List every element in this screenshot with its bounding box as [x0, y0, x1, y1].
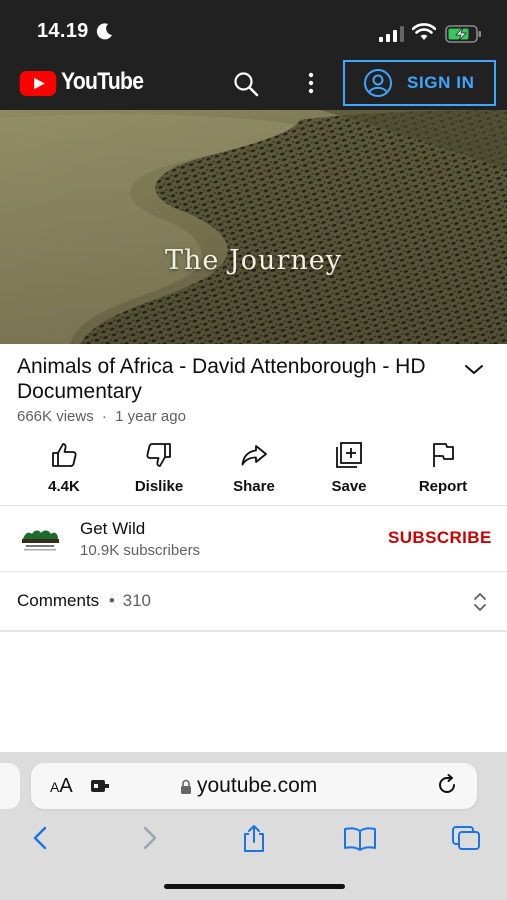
- like-button[interactable]: 4.4K: [19, 440, 109, 495]
- battery-charging-icon: [445, 25, 481, 43]
- reload-icon[interactable]: [436, 774, 458, 796]
- comments-count: 310: [122, 591, 151, 610]
- video-frame-aerial-herd: [0, 110, 507, 344]
- cellular-signal-icon: [379, 26, 404, 42]
- comments-header[interactable]: Comments • 310: [17, 591, 151, 611]
- dislike-button[interactable]: Dislike: [114, 440, 204, 495]
- save-button[interactable]: Save: [304, 440, 394, 495]
- youtube-brand-text[interactable]: YouTube: [61, 68, 144, 96]
- divider: [0, 571, 507, 572]
- previous-tab-peek[interactable]: [0, 763, 20, 809]
- video-title[interactable]: Animals of Africa - David Attenborough -…: [17, 354, 457, 404]
- lock-icon: [181, 779, 191, 794]
- video-overlay-title: The Journey: [165, 245, 342, 276]
- divider: [0, 630, 507, 632]
- share-icon: [241, 445, 267, 466]
- share-button[interactable]: Share: [209, 440, 299, 495]
- text-size-small-a: A: [50, 779, 60, 795]
- search-icon[interactable]: [232, 70, 260, 98]
- save-label: Save: [331, 478, 367, 495]
- thumbs-up-icon: [52, 443, 77, 467]
- youtube-logo-icon[interactable]: [19, 71, 57, 96]
- upload-age: 1 year ago: [115, 408, 186, 425]
- share-label: Share: [233, 478, 275, 495]
- channel-name[interactable]: Get Wild: [80, 519, 145, 539]
- comments-label: Comments: [17, 591, 100, 610]
- subscriber-count: 10.9K subscribers: [80, 542, 201, 559]
- share-sheet-icon[interactable]: [239, 824, 269, 852]
- account-icon: [364, 69, 392, 97]
- save-to-playlist-icon: [336, 442, 362, 468]
- text-size-large-a: A: [59, 775, 73, 797]
- video-metadata: 666K views · 1 year ago: [17, 408, 186, 425]
- dislike-label: Dislike: [134, 478, 184, 495]
- bookmarks-icon[interactable]: [343, 824, 377, 852]
- status-time: 14.19: [37, 20, 89, 42]
- home-indicator: [164, 884, 345, 889]
- sign-in-label: SIGN IN: [407, 73, 475, 92]
- like-count: 4.4K: [48, 478, 80, 495]
- back-icon[interactable]: [26, 824, 56, 852]
- video-player[interactable]: The Journey: [0, 110, 507, 344]
- tabs-icon[interactable]: [451, 824, 481, 852]
- sign-in-button[interactable]: SIGN IN: [343, 60, 496, 106]
- thumbs-down-icon: [146, 443, 171, 467]
- wifi-icon: [412, 23, 436, 40]
- divider: [0, 505, 507, 506]
- forward-icon[interactable]: [134, 824, 164, 852]
- channel-avatar[interactable]: [17, 519, 63, 559]
- subscribe-button[interactable]: SUBSCRIBE: [388, 528, 492, 548]
- more-options-icon[interactable]: [303, 71, 319, 95]
- meta-separator: ·: [101, 408, 107, 425]
- expand-collapse-icon[interactable]: [470, 591, 490, 613]
- expand-description-chevron-icon[interactable]: [462, 360, 486, 378]
- youtube-header: YouTube SIGN IN: [0, 56, 507, 110]
- report-label: Report: [418, 478, 468, 495]
- do-not-disturb-moon-icon: [96, 23, 112, 40]
- report-button[interactable]: Report: [398, 440, 488, 495]
- status-bar: 14.19: [0, 0, 507, 56]
- url-domain: youtube.com: [197, 774, 318, 797]
- comments-dot: •: [108, 591, 115, 610]
- text-size-button[interactable]: AA: [50, 775, 73, 798]
- flag-icon: [433, 443, 454, 467]
- extension-icon[interactable]: [89, 778, 111, 794]
- view-count: 666K views: [17, 408, 94, 425]
